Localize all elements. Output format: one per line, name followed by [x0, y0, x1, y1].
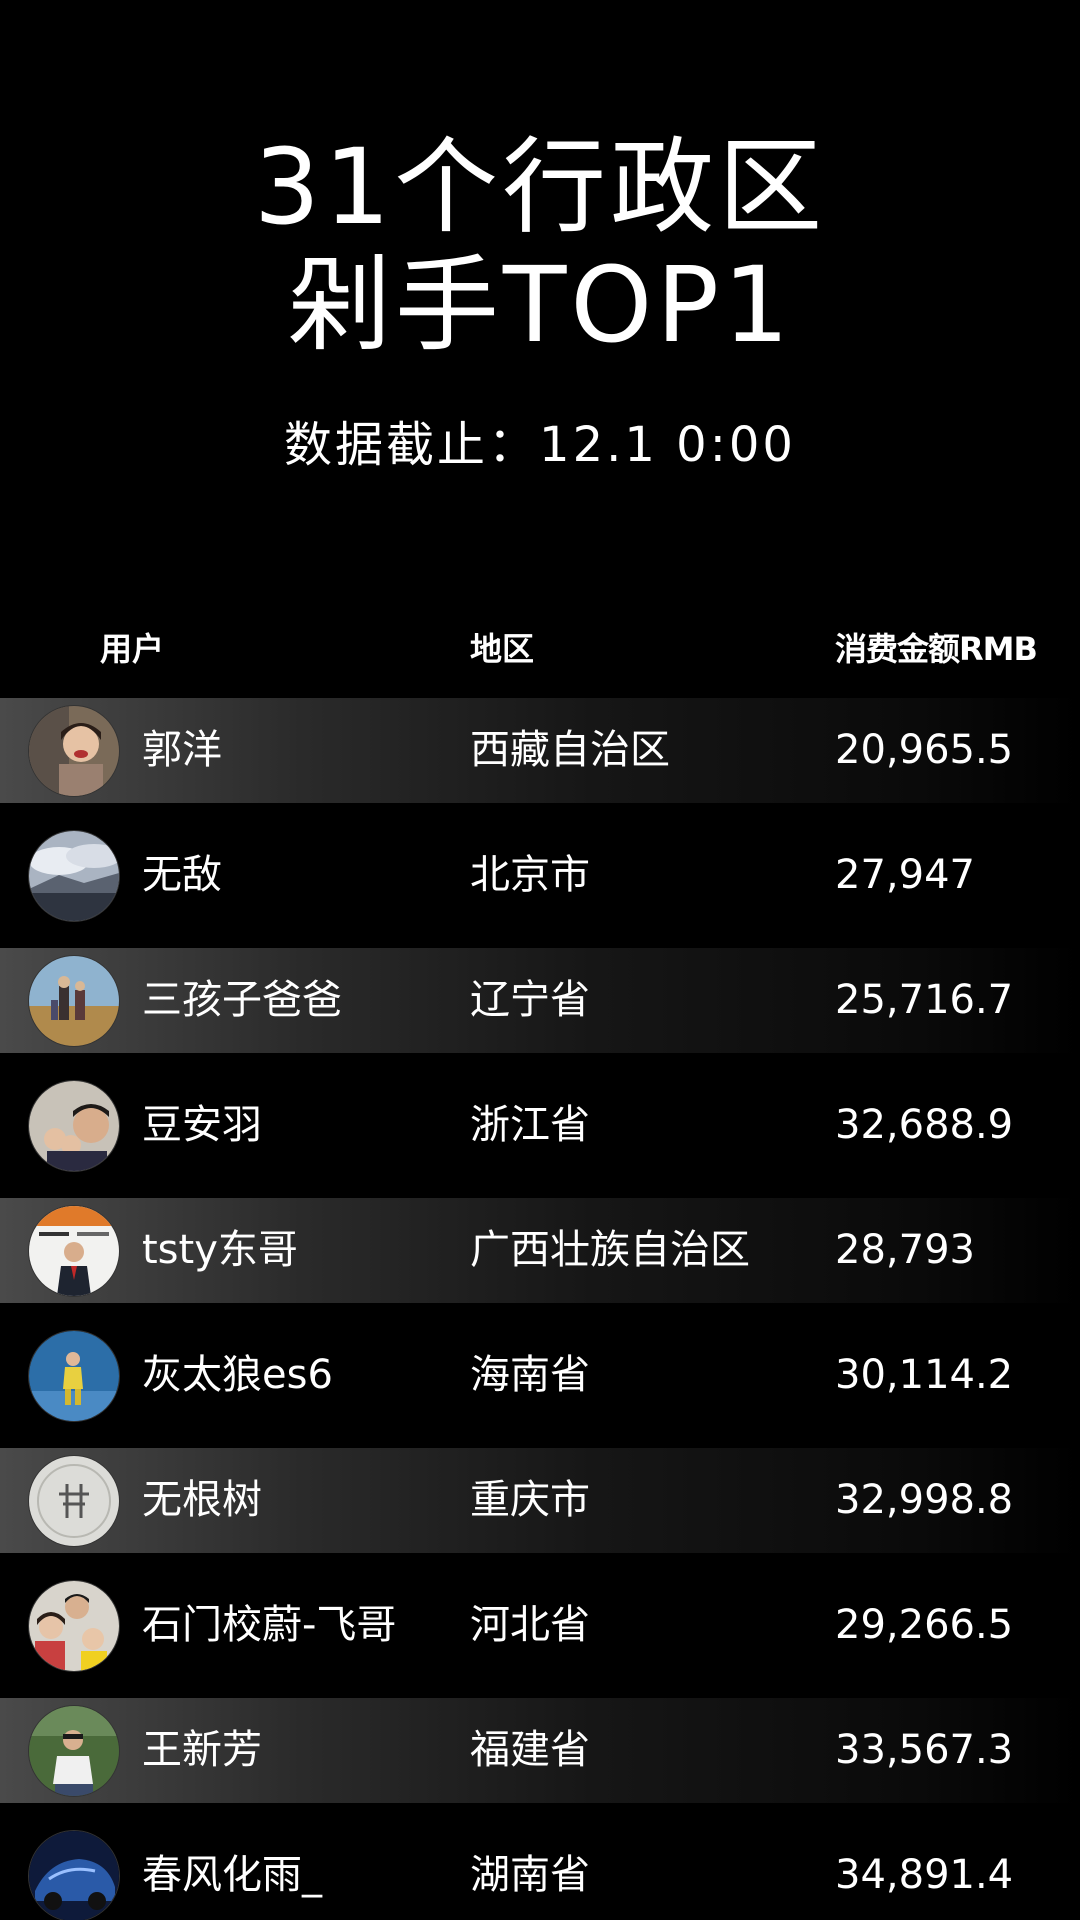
car-blue-icon[interactable] — [28, 1830, 120, 1920]
spend-amount: 32,688.9 — [835, 1102, 1014, 1148]
table-row[interactable]: 无根树 重庆市 32,998.8 — [0, 1448, 1080, 1553]
user-region: 重庆市 — [470, 1477, 590, 1523]
user-name: 郭洋 — [142, 727, 222, 773]
child-blue-icon[interactable] — [28, 1330, 120, 1422]
user-name: 无根树 — [142, 1477, 262, 1523]
table-row[interactable]: 灰太狼es6 海南省 30,114.2 — [0, 1323, 1080, 1428]
header-user: 用户 — [100, 630, 165, 668]
user-name: 三孩子爸爸 — [142, 977, 342, 1023]
seal-logo-icon[interactable] — [28, 1455, 120, 1547]
spend-amount: 33,567.3 — [835, 1727, 1014, 1773]
table-row[interactable]: tsty东哥 广西壮族自治区 28,793 — [0, 1198, 1080, 1303]
header-region: 地区 — [470, 630, 535, 668]
user-region: 北京市 — [470, 852, 590, 898]
spend-amount: 27,947 — [835, 852, 975, 898]
family-field-icon[interactable] — [28, 955, 120, 1047]
spend-amount: 28,793 — [835, 1227, 975, 1273]
user-region: 浙江省 — [470, 1102, 590, 1148]
table-row[interactable]: 豆安羽 浙江省 32,688.9 — [0, 1073, 1080, 1178]
landscape-sky-icon[interactable] — [28, 830, 120, 922]
user-region: 辽宁省 — [470, 977, 590, 1023]
table-row[interactable]: 春风化雨_ 湖南省 34,891.4 — [0, 1823, 1080, 1920]
spend-amount: 29,266.5 — [835, 1602, 1014, 1648]
user-region: 河北省 — [470, 1602, 590, 1648]
spend-amount: 25,716.7 — [835, 977, 1014, 1023]
table-header: 用户 地区 消费金额RMB — [0, 620, 1080, 670]
family-selfie-icon[interactable] — [28, 1080, 120, 1172]
table-row[interactable]: 石门校蔚-飞哥 河北省 29,266.5 — [0, 1573, 1080, 1678]
user-name: 豆安羽 — [142, 1102, 262, 1148]
user-name: 王新芳 — [142, 1727, 262, 1773]
spend-amount: 30,114.2 — [835, 1352, 1014, 1398]
data-cutoff-subtitle: 数据截止：12.1 0:00 — [284, 417, 796, 473]
user-name: 春风化雨_ — [142, 1852, 322, 1898]
spend-amount: 20,965.5 — [835, 727, 1014, 773]
table-row[interactable]: 三孩子爸爸 辽宁省 25,716.7 — [0, 948, 1080, 1053]
table-row[interactable]: 王新芳 福建省 33,567.3 — [0, 1698, 1080, 1803]
spend-amount: 34,891.4 — [835, 1852, 1014, 1898]
user-name: 石门校蔚-飞哥 — [142, 1602, 397, 1648]
table-row[interactable]: 郭洋 西藏自治区 20,965.5 — [0, 698, 1080, 803]
user-region: 海南省 — [470, 1352, 590, 1398]
man-outdoor-icon[interactable] — [28, 1705, 120, 1797]
page-title-line1: 31个行政区 — [253, 126, 827, 248]
table-row[interactable]: 无敌 北京市 27,947 — [0, 823, 1080, 928]
user-region: 福建省 — [470, 1727, 590, 1773]
user-region: 西藏自治区 — [470, 727, 670, 773]
spend-amount: 32,998.8 — [835, 1477, 1014, 1523]
leaderboard-page: 31个行政区 剁手TOP1 数据截止：12.1 0:00 用户 地区 消费金额R… — [0, 0, 1080, 1920]
user-name: tsty东哥 — [142, 1227, 298, 1273]
ranking-table: 郭洋 西藏自治区 20,965.5 无敌 北京市 27,947 三孩子爸爸 辽宁… — [0, 698, 1080, 1920]
user-region: 湖南省 — [470, 1852, 590, 1898]
page-title-line2: 剁手TOP1 — [286, 244, 794, 366]
header-amount: 消费金额RMB — [835, 630, 1038, 668]
user-name: 灰太狼es6 — [142, 1352, 333, 1398]
man-suit-icon[interactable] — [28, 1205, 120, 1297]
photo-girl-icon[interactable] — [28, 705, 120, 797]
family-group-icon[interactable] — [28, 1580, 120, 1672]
user-region: 广西壮族自治区 — [470, 1227, 750, 1273]
user-name: 无敌 — [142, 852, 222, 898]
